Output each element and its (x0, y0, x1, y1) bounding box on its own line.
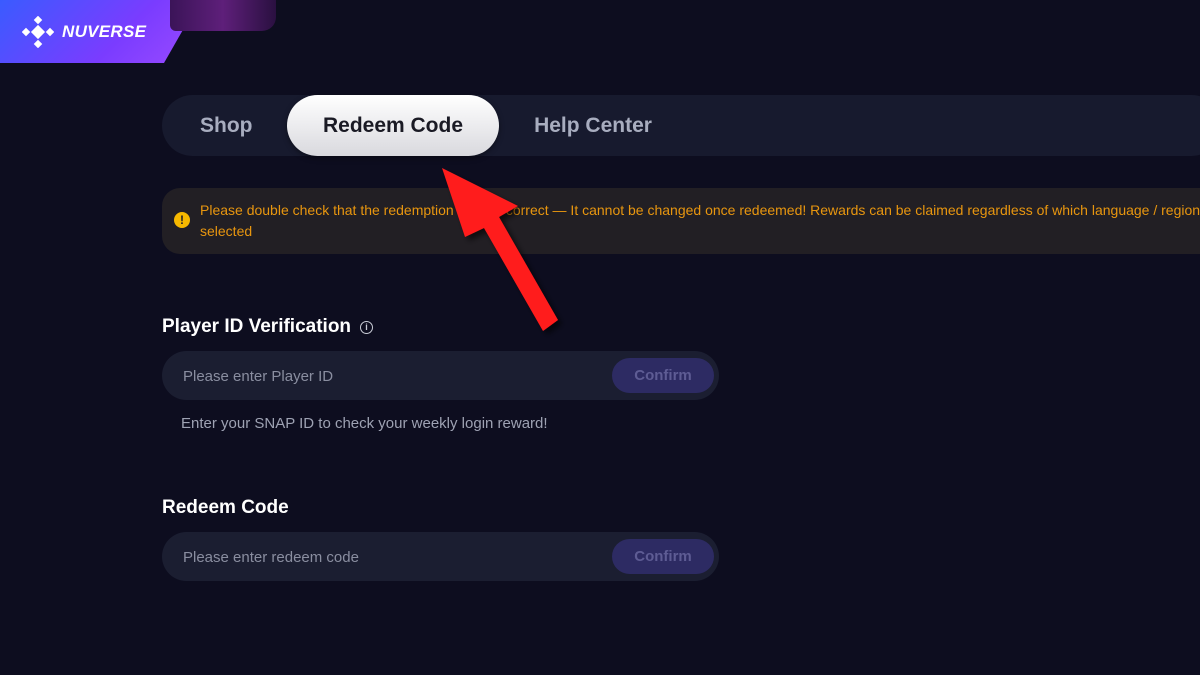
banner-image (170, 0, 276, 31)
player-id-hint: Enter your SNAP ID to check your weekly … (181, 415, 548, 432)
tab-help-center[interactable]: Help Center (534, 95, 652, 156)
player-id-field: Confirm (162, 351, 719, 402)
redeem-confirm-button[interactable]: Confirm (612, 539, 714, 574)
redeem-code-field: Confirm (162, 532, 719, 583)
tab-shop[interactable]: Shop (200, 95, 253, 156)
redeem-code-input[interactable] (181, 532, 605, 583)
notice-banner: ! Please double check that the redemptio… (162, 188, 1200, 254)
warning-icon: ! (174, 212, 190, 228)
section-title-label: Player ID Verification (162, 316, 352, 337)
redeem-code-title: Redeem Code (162, 497, 289, 518)
tab-bar: Shop Redeem Code Help Center (162, 95, 1200, 156)
player-id-verification-title: Player ID Verification i (162, 316, 374, 338)
notice-text: Please double check that the redemption … (200, 202, 1200, 239)
player-id-confirm-button[interactable]: Confirm (612, 358, 714, 393)
brand-name: NUVERSE (62, 21, 147, 41)
player-id-input[interactable] (181, 351, 605, 402)
annotation-arrow-icon (442, 168, 558, 331)
tab-redeem-code[interactable]: Redeem Code (287, 95, 499, 156)
info-icon[interactable]: i (360, 321, 374, 334)
nuverse-logo-icon (22, 15, 54, 48)
